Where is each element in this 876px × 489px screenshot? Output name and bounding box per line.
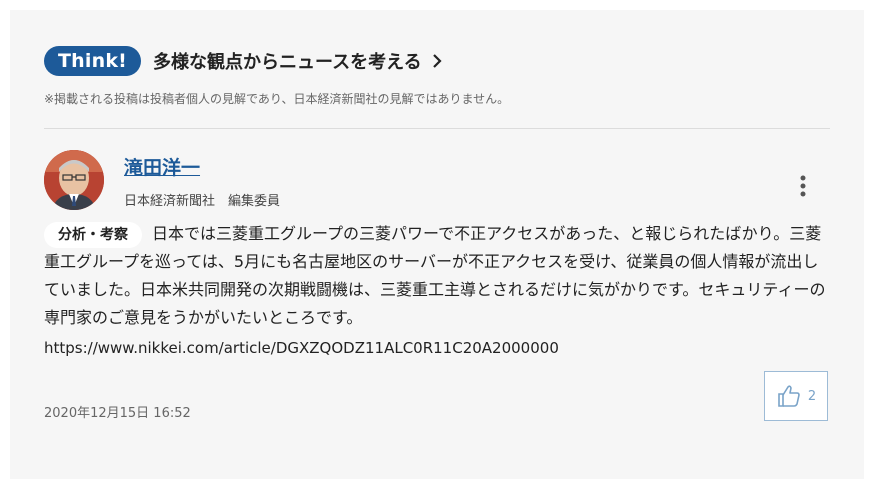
post-text: 日本では三菱重工グループの三菱パワーで不正アクセスがあった、と報じられたばかり。… [44,224,826,327]
analysis-tag: 分析・考察 [44,222,142,248]
author-name[interactable]: 滝田洋一 [124,153,200,180]
think-badge: Think! [44,46,142,76]
thumbs-up-icon [778,385,800,407]
article-link[interactable]: https://www.nikkei.com/article/DGXZQODZ1… [44,339,559,357]
disclaimer: ※掲載される投稿は投稿者個人の見解であり、日本経済新聞社の見解ではありません。 [44,92,510,106]
divider [44,128,830,129]
avatar-image [44,150,104,210]
comment-card: Think! 多様な観点からニュースを考える ※掲載される投稿は投稿者個人の見解… [10,10,864,479]
think-header[interactable]: Think! 多様な観点からニュースを考える [44,46,442,76]
avatar[interactable] [44,150,104,210]
timestamp: 2020年12月15日 16:52 [44,406,191,421]
more-vertical-icon[interactable] [796,174,810,198]
author-affiliation: 日本経済新聞社 編集委員 [124,194,281,209]
header-title[interactable]: 多様な観点からニュースを考える [153,48,422,74]
post-body: 分析・考察 日本では三菱重工グループの三菱パワーで不正アクセスがあった、と報じられ… [44,220,830,332]
like-count: 2 [807,388,817,404]
chevron-right-icon[interactable] [432,54,442,68]
like-button[interactable]: 2 [764,371,828,421]
